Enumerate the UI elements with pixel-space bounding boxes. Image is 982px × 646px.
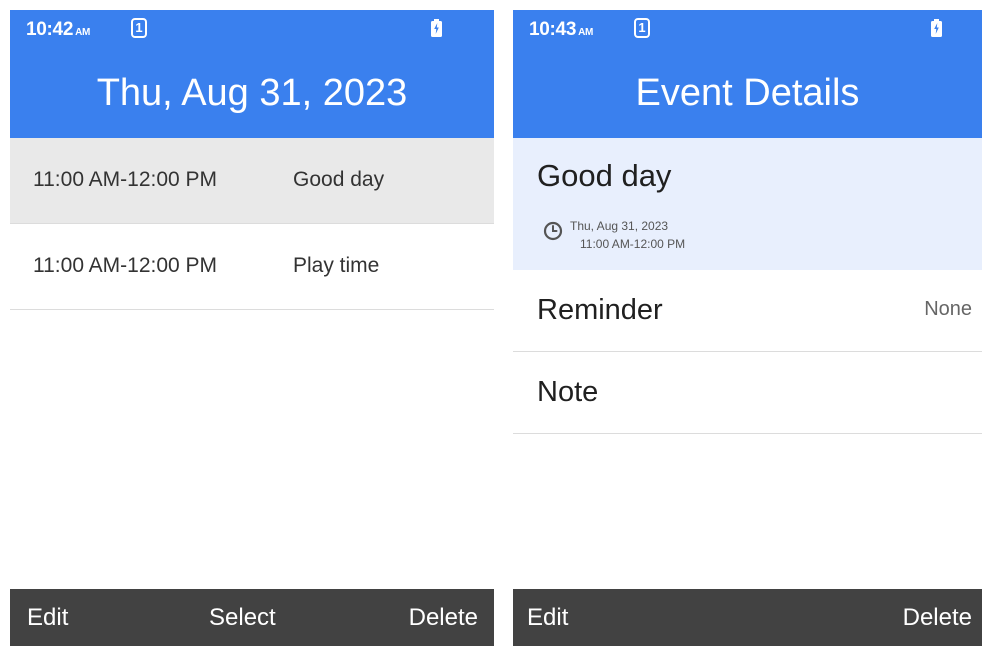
edit-softkey[interactable]: Edit bbox=[27, 604, 68, 632]
event-row-good-day[interactable]: 11:00 AM-12:00 PM Good day bbox=[10, 138, 494, 224]
event-date: Thu, Aug 31, 2023 bbox=[570, 219, 669, 233]
battery-charging-icon bbox=[931, 19, 942, 37]
delete-softkey[interactable]: Delete bbox=[409, 604, 478, 632]
event-title: Good day bbox=[293, 168, 385, 191]
sim-1-icon: 1 bbox=[634, 18, 650, 38]
note-row[interactable]: Note bbox=[513, 352, 982, 434]
header-bar: 10:42 AM 1 Thu, Aug 31, 2023 bbox=[10, 10, 494, 138]
select-softkey[interactable]: Select bbox=[209, 604, 276, 632]
status-ampm: AM bbox=[75, 27, 91, 38]
event-title: Good day bbox=[537, 158, 672, 193]
clock-icon bbox=[543, 221, 563, 241]
softkey-bar: Edit Select Delete bbox=[10, 589, 494, 646]
status-time: 10:42 AM bbox=[26, 19, 91, 40]
event-details-screen: 10:43 AM 1 Event Details Good day Thu, Au… bbox=[513, 10, 982, 646]
delete-softkey[interactable]: Delete bbox=[903, 604, 972, 632]
status-bar: 10:42 AM 1 bbox=[10, 10, 494, 50]
event-time: 11:00 AM-12:00 PM bbox=[580, 237, 686, 251]
reminder-row[interactable]: Reminder None bbox=[513, 270, 982, 352]
event-list: 11:00 AM-12:00 PM Good day 11:00 AM-12:0… bbox=[10, 138, 494, 310]
edit-softkey[interactable]: Edit bbox=[527, 604, 568, 632]
event-summary-card: Good day Thu, Aug 31, 2023 11:00 AM-12:0… bbox=[513, 138, 982, 270]
status-bar: 10:43 AM 1 bbox=[513, 10, 982, 50]
softkey-bar: Edit Delete bbox=[513, 589, 982, 646]
event-time: 11:00 AM-12:00 PM bbox=[33, 254, 218, 277]
event-time: 11:00 AM-12:00 PM bbox=[33, 168, 218, 191]
day-list-screen: 10:42 AM 1 Thu, Aug 31, 2023 11:00 AM-12:… bbox=[10, 10, 494, 646]
status-time: 10:43 AM bbox=[529, 19, 594, 40]
date-title: Thu, Aug 31, 2023 bbox=[96, 72, 408, 114]
note-label: Note bbox=[537, 376, 599, 408]
sim-1-icon: 1 bbox=[131, 18, 147, 38]
screen-title: Event Details bbox=[635, 72, 860, 114]
event-row-play-time[interactable]: 11:00 AM-12:00 PM Play time bbox=[10, 224, 494, 310]
reminder-value: None bbox=[924, 298, 972, 320]
header-bar: 10:43 AM 1 Event Details bbox=[513, 10, 982, 138]
event-title: Play time bbox=[293, 254, 380, 277]
status-ampm: AM bbox=[578, 27, 594, 38]
battery-charging-icon bbox=[431, 19, 442, 37]
reminder-label: Reminder bbox=[537, 294, 663, 326]
